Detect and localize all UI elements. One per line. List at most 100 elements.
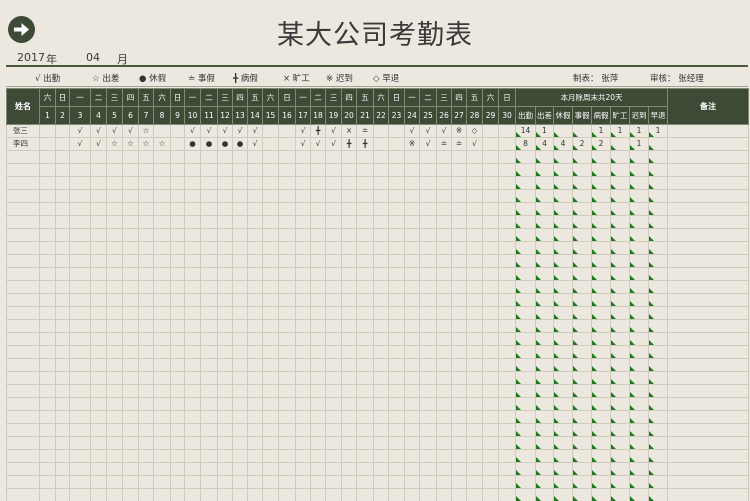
- attendance-cell[interactable]: [404, 189, 420, 203]
- attendance-cell[interactable]: √: [217, 124, 233, 138]
- attendance-cell[interactable]: [170, 163, 185, 177]
- attendance-cell[interactable]: [217, 293, 233, 307]
- attendance-cell[interactable]: [325, 228, 342, 242]
- attendance-cell[interactable]: [341, 436, 357, 450]
- summary-cell[interactable]: [647, 241, 669, 255]
- attendance-cell[interactable]: [341, 215, 357, 229]
- attendance-cell[interactable]: [138, 462, 154, 476]
- attendance-cell[interactable]: [69, 436, 91, 450]
- attendance-cell[interactable]: [39, 462, 56, 476]
- attendance-cell[interactable]: [482, 332, 499, 346]
- attendance-cell[interactable]: [170, 306, 185, 320]
- attendance-cell[interactable]: [451, 436, 467, 450]
- employee-name[interactable]: [6, 462, 40, 476]
- attendance-cell[interactable]: [122, 150, 139, 164]
- attendance-cell[interactable]: [200, 332, 218, 346]
- attendance-cell[interactable]: [90, 475, 107, 489]
- attendance-cell[interactable]: [404, 306, 420, 320]
- summary-cell[interactable]: [591, 488, 611, 501]
- attendance-cell[interactable]: [341, 228, 357, 242]
- attendance-cell[interactable]: [310, 280, 326, 294]
- attendance-cell[interactable]: [170, 228, 185, 242]
- attendance-cell[interactable]: [122, 280, 139, 294]
- attendance-cell[interactable]: [184, 488, 201, 501]
- attendance-cell[interactable]: [106, 189, 123, 203]
- attendance-cell[interactable]: [341, 384, 357, 398]
- attendance-cell[interactable]: [278, 241, 296, 255]
- attendance-cell[interactable]: [170, 345, 185, 359]
- remark-cell[interactable]: [667, 254, 750, 268]
- attendance-cell[interactable]: [232, 371, 248, 385]
- summary-cell[interactable]: [572, 423, 592, 437]
- attendance-cell[interactable]: [232, 306, 248, 320]
- attendance-cell[interactable]: [278, 189, 296, 203]
- attendance-cell[interactable]: [388, 163, 405, 177]
- summary-cell[interactable]: [629, 462, 649, 476]
- attendance-cell[interactable]: [200, 436, 218, 450]
- attendance-cell[interactable]: √: [404, 124, 420, 138]
- attendance-cell[interactable]: [295, 319, 311, 333]
- attendance-cell[interactable]: [356, 189, 374, 203]
- attendance-cell[interactable]: [325, 319, 342, 333]
- attendance-cell[interactable]: [217, 410, 233, 424]
- attendance-cell[interactable]: [451, 358, 467, 372]
- summary-cell[interactable]: [610, 358, 630, 372]
- attendance-cell[interactable]: [200, 293, 218, 307]
- attendance-cell[interactable]: [310, 423, 326, 437]
- attendance-cell[interactable]: [341, 176, 357, 190]
- attendance-cell[interactable]: [138, 423, 154, 437]
- summary-cell[interactable]: [572, 410, 592, 424]
- attendance-cell[interactable]: [466, 202, 483, 216]
- attendance-cell[interactable]: [419, 202, 437, 216]
- summary-cell[interactable]: [553, 202, 573, 216]
- attendance-cell[interactable]: [419, 345, 437, 359]
- attendance-cell[interactable]: [482, 306, 499, 320]
- attendance-cell[interactable]: [138, 358, 154, 372]
- attendance-cell[interactable]: √: [325, 137, 342, 151]
- attendance-cell[interactable]: [373, 215, 389, 229]
- summary-cell[interactable]: [610, 319, 630, 333]
- attendance-cell[interactable]: [217, 163, 233, 177]
- attendance-cell[interactable]: [295, 449, 311, 463]
- attendance-cell[interactable]: [153, 436, 171, 450]
- attendance-cell[interactable]: [482, 462, 499, 476]
- summary-cell[interactable]: [610, 306, 630, 320]
- attendance-cell[interactable]: [388, 384, 405, 398]
- attendance-cell[interactable]: [262, 189, 279, 203]
- attendance-cell[interactable]: √: [419, 124, 437, 138]
- summary-cell[interactable]: 4: [535, 137, 554, 151]
- summary-cell[interactable]: [572, 293, 592, 307]
- summary-cell[interactable]: [610, 150, 630, 164]
- attendance-cell[interactable]: [341, 189, 357, 203]
- attendance-cell[interactable]: [39, 358, 56, 372]
- attendance-cell[interactable]: [419, 267, 437, 281]
- attendance-cell[interactable]: [388, 293, 405, 307]
- summary-cell[interactable]: [647, 410, 669, 424]
- attendance-cell[interactable]: ≐: [451, 137, 467, 151]
- attendance-cell[interactable]: [55, 371, 70, 385]
- attendance-cell[interactable]: [466, 371, 483, 385]
- attendance-cell[interactable]: [106, 423, 123, 437]
- attendance-cell[interactable]: [310, 410, 326, 424]
- attendance-cell[interactable]: [278, 228, 296, 242]
- attendance-cell[interactable]: [153, 267, 171, 281]
- attendance-cell[interactable]: [356, 306, 374, 320]
- attendance-cell[interactable]: [482, 163, 499, 177]
- attendance-cell[interactable]: ╋: [356, 137, 374, 151]
- attendance-cell[interactable]: [184, 332, 201, 346]
- summary-cell[interactable]: 1: [629, 137, 649, 151]
- attendance-cell[interactable]: [262, 462, 279, 476]
- summary-cell[interactable]: [629, 176, 649, 190]
- attendance-cell[interactable]: [232, 228, 248, 242]
- attendance-cell[interactable]: [200, 267, 218, 281]
- attendance-cell[interactable]: [138, 371, 154, 385]
- attendance-cell[interactable]: [482, 384, 499, 398]
- attendance-cell[interactable]: [278, 345, 296, 359]
- attendance-cell[interactable]: [262, 215, 279, 229]
- attendance-cell[interactable]: [325, 215, 342, 229]
- attendance-cell[interactable]: [170, 371, 185, 385]
- attendance-cell[interactable]: [232, 462, 248, 476]
- attendance-cell[interactable]: [262, 371, 279, 385]
- attendance-cell[interactable]: [138, 319, 154, 333]
- attendance-cell[interactable]: [170, 358, 185, 372]
